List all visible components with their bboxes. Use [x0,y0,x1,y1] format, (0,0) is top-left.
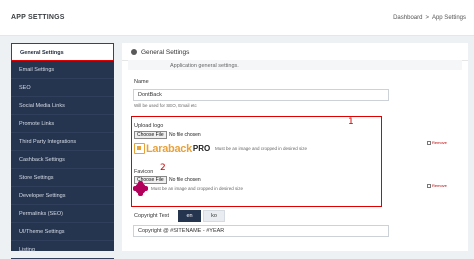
panel-heading: General Settings [131,49,189,56]
annotation-number-2: 2 [160,163,166,173]
general-settings-panel: General Settings Application general set… [122,43,468,251]
favicon-hint: Must be an image and cropped in desired … [151,186,244,191]
checkbox-icon [427,140,431,145]
annotation-box [131,116,382,207]
upload-logo-label: Upload logo [134,123,164,129]
breadcrumb-separator: > [425,15,429,21]
sidebar-item-general-settings[interactable]: General Settings [11,43,114,61]
logo-mark-icon [134,143,145,154]
page-title: APP SETTINGS [11,14,65,21]
name-label: Name [134,79,149,85]
favicon-remove-label: Remove [432,183,447,188]
lang-tab-en[interactable]: en [178,210,201,222]
annotation-number-1: 1 [348,117,354,127]
copyright-input[interactable]: Copyright @ #SITENAME - #YEAR [133,225,389,237]
sidebar-item-ui-theme-settings[interactable]: UI/Theme Settings [11,223,114,241]
lang-tab-ko[interactable]: ko [203,210,225,222]
logo-hint: Must be an image and cropped in desired … [215,146,308,151]
favicon-remove-checkbox[interactable]: Remove [427,183,447,188]
logo-file-status: No file chosen [169,132,201,138]
favicon-label: Favicon [134,169,154,175]
name-hint: Will be used for SEO, Email etc [134,103,197,108]
panel-subheading: Application general settings. [170,63,239,69]
logo-remove-label: Remove [432,140,447,145]
logo-preview: Laraback PRO [134,141,210,156]
favicon-file-status: No file chosen [169,177,201,183]
copyright-label: Copyright Text [134,213,170,219]
sidebar-item-developer-settings[interactable]: Developer Settings [11,187,114,205]
sidebar-item-seo[interactable]: SEO [11,79,114,97]
sidebar-item-promote-links[interactable]: Promote Links [11,115,114,133]
gear-icon [131,49,137,55]
sidebar-item-social-media-links[interactable]: Social Media Links [11,97,114,115]
sidebar-item-email-settings[interactable]: Email Settings [11,61,114,79]
settings-sidebar: General Settings Email Settings SEO Soci… [11,43,114,259]
breadcrumb-current: App Settings [431,15,466,21]
logo-choose-file-button[interactable]: Choose File [134,131,167,139]
panel-heading-text: General Settings [141,49,190,56]
logo-preview-text: Laraback [146,142,192,155]
checkbox-icon [427,183,431,188]
sidebar-item-listing[interactable]: Listing [11,241,114,259]
top-bar: APP SETTINGS Dashboard > App Settings [0,0,474,36]
sidebar-item-cashback-settings[interactable]: Cashback Settings [11,151,114,169]
sidebar-item-store-settings[interactable]: Store Settings [11,169,114,187]
logo-preview-suffix: PRO [192,144,211,153]
logo-remove-checkbox[interactable]: Remove [427,140,447,145]
breadcrumb: Dashboard > App Settings [393,15,466,21]
sidebar-item-third-party-integrations[interactable]: Third Party Integrations [11,133,114,151]
favicon-preview-icon [133,181,148,196]
name-input[interactable]: DontBack [133,89,389,101]
sidebar-item-permalinks-seo[interactable]: Permalinks (SEO) [11,205,114,223]
breadcrumb-dashboard-link[interactable]: Dashboard [393,15,422,21]
